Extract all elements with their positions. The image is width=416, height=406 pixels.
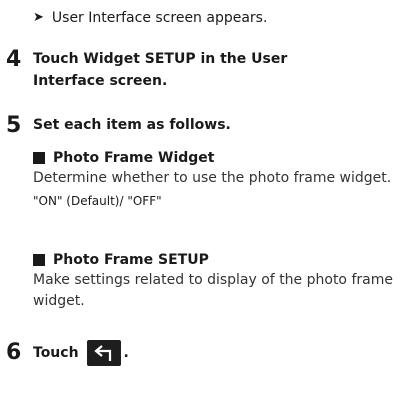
square-bullet-icon xyxy=(33,254,45,266)
result-line: ➤ User Interface screen appears. xyxy=(33,8,267,28)
setting-heading: Photo Frame SETUP xyxy=(33,250,408,270)
square-bullet-icon xyxy=(33,152,45,164)
step-5: 5 Set each item as follows. xyxy=(6,114,231,138)
result-arrow-icon: ➤ xyxy=(33,10,44,25)
back-button[interactable] xyxy=(86,340,121,366)
setting-description: Determine whether to use the photo frame… xyxy=(33,170,392,186)
setting-heading-text: Photo Frame Widget xyxy=(53,150,215,166)
step-period: . xyxy=(123,345,129,361)
step-text: Touch Widget SETUP in the User Interface… xyxy=(33,48,353,92)
step-4: 4 Touch Widget SETUP in the User Interfa… xyxy=(6,48,353,92)
setting-heading-text: Photo Frame SETUP xyxy=(53,252,209,268)
setting-options: "ON" (Default)/ "OFF" xyxy=(33,194,162,208)
step-text: Touch . xyxy=(33,340,129,366)
step-number: 5 xyxy=(6,113,22,138)
step-text: Set each item as follows. xyxy=(33,117,231,133)
setting-description: Make settings related to display of the … xyxy=(33,272,393,309)
step-text-before: Touch xyxy=(33,51,84,67)
step-text-touch: Touch xyxy=(33,345,79,361)
setting-heading: Photo Frame Widget xyxy=(33,148,408,168)
back-arrow-icon xyxy=(93,345,111,361)
setting-item-photo-frame-setup: Photo Frame SETUP Make settings related … xyxy=(33,250,408,312)
result-text: User Interface screen appears. xyxy=(51,10,268,26)
setting-item-photo-frame-widget: Photo Frame Widget Determine whether to … xyxy=(33,148,408,210)
step-6: 6 Touch . xyxy=(6,340,129,366)
manual-page: ➤ User Interface screen appears. 4 Touch… xyxy=(0,0,416,406)
step-number: 4 xyxy=(6,47,22,72)
step-keyword: Widget SETUP xyxy=(83,51,196,67)
step-number: 6 xyxy=(6,340,22,365)
